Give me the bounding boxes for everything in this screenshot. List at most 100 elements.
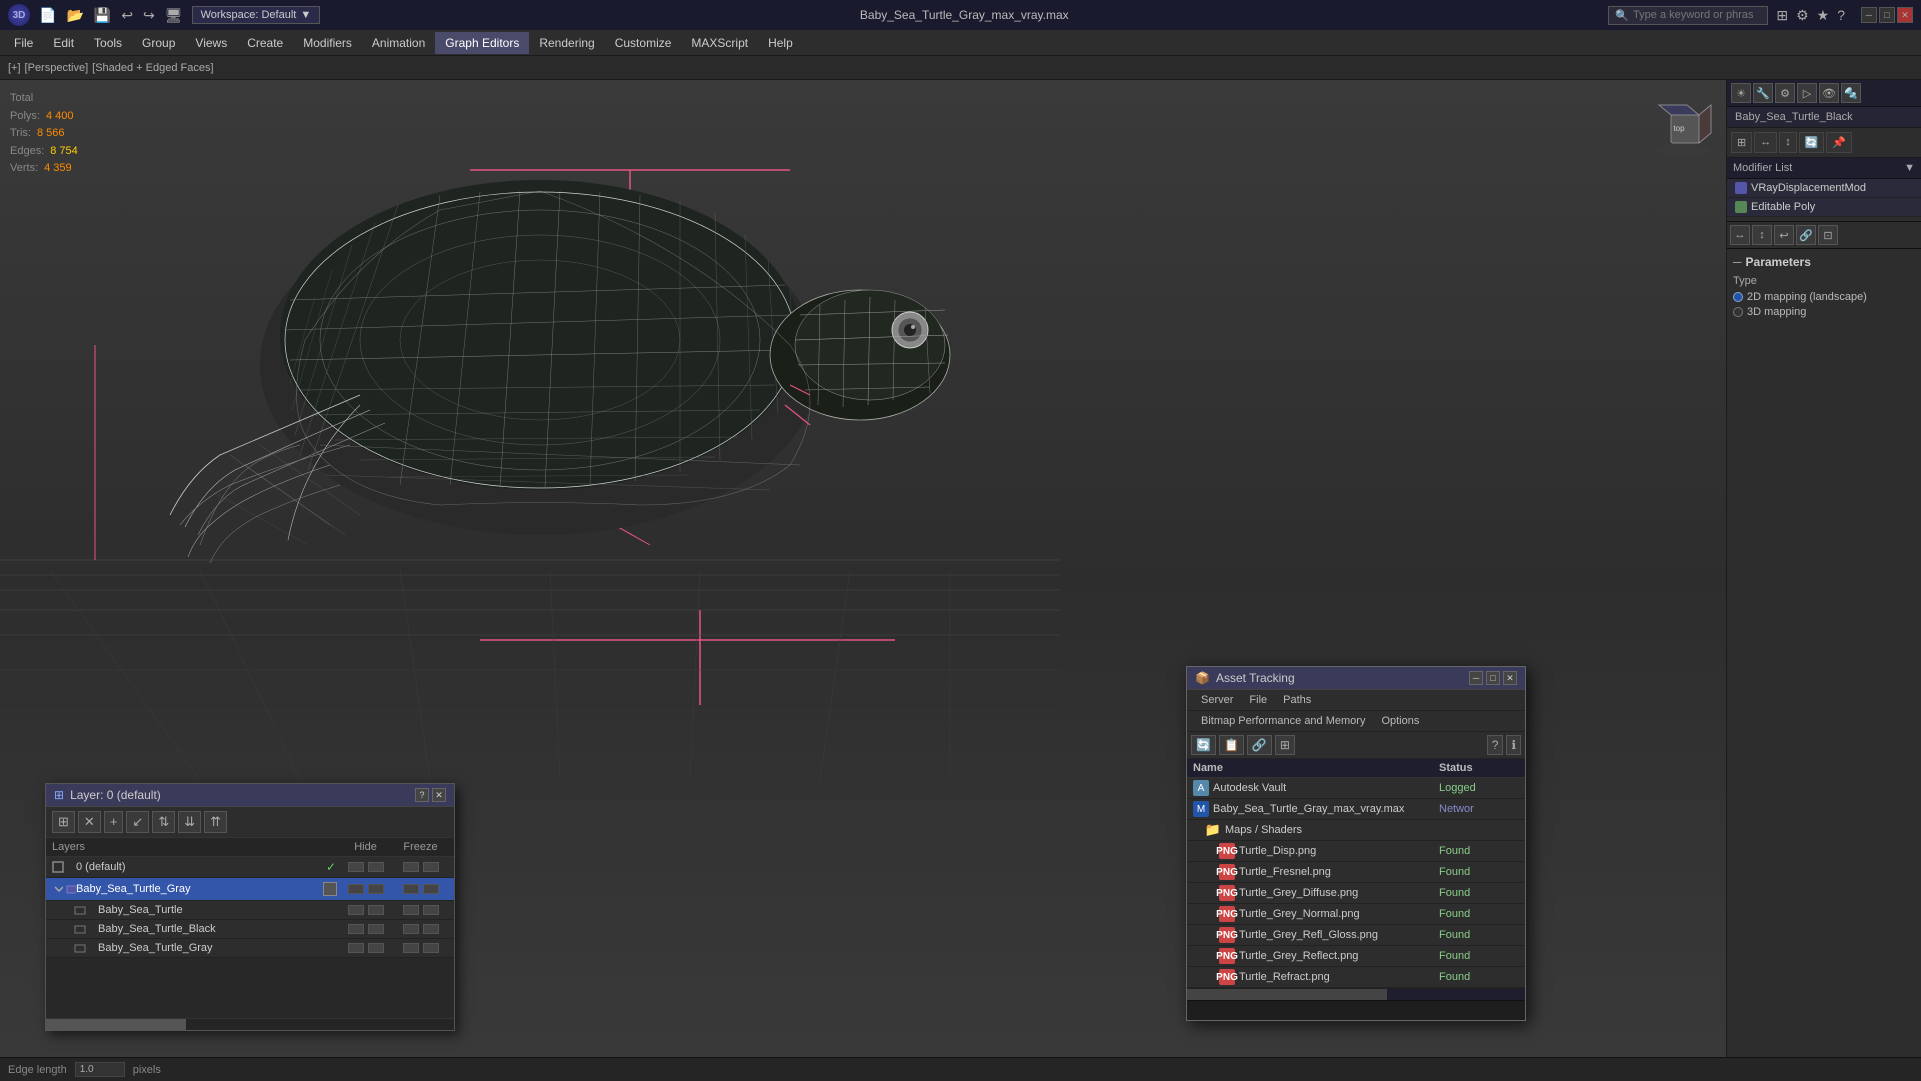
asset-menu-file[interactable]: File	[1241, 692, 1275, 708]
viewport-gizmo[interactable]: top	[1651, 95, 1711, 155]
menu-item-graph-editors[interactable]: Graph Editors	[435, 32, 529, 54]
asset-submenu-options[interactable]: Options	[1373, 713, 1427, 729]
layer-scrollbar-thumb[interactable]	[46, 1019, 186, 1031]
params-collapse-icon[interactable]: ─	[1733, 255, 1742, 269]
rp-bottom-icon-1[interactable]: ↔	[1730, 225, 1750, 245]
freeze-box2[interactable]	[423, 884, 439, 894]
rp-mod-icon-5[interactable]: 📌	[1826, 132, 1852, 153]
asset-submenu-bitmap[interactable]: Bitmap Performance and Memory	[1193, 713, 1373, 729]
rp-bottom-icon-3[interactable]: ↩	[1774, 225, 1794, 245]
asset-restore-button[interactable]: □	[1486, 671, 1500, 685]
edge-length-input[interactable]	[75, 1062, 125, 1077]
rp-bottom-icon-4[interactable]: 🔗	[1796, 225, 1816, 245]
rp-icon-sun[interactable]: ☀	[1731, 83, 1751, 103]
viewport[interactable]: Total Polys: 4 400 Tris: 8 566 Edges: 8 …	[0, 80, 1726, 1081]
new-icon[interactable]: 📄	[36, 5, 59, 26]
settings-icon[interactable]: ⚙	[1794, 5, 1811, 26]
asset-row-reflgloss[interactable]: PNG Turtle_Grey_Refl_Gloss.png Found	[1187, 925, 1525, 946]
freeze-box2[interactable]	[423, 924, 439, 934]
asset-row-maps[interactable]: 📁 Maps / Shaders	[1187, 820, 1525, 841]
layer-help-button[interactable]: ?	[415, 788, 429, 802]
radio-3d[interactable]: 3D mapping	[1733, 306, 1915, 318]
layer-row-4[interactable]: Baby_Sea_Turtle_Gray	[46, 939, 454, 958]
hide-box[interactable]	[348, 924, 364, 934]
hide-box2[interactable]	[368, 905, 384, 915]
freeze-box[interactable]	[403, 884, 419, 894]
asset-tool-4[interactable]: ⊞	[1275, 735, 1295, 755]
help-icon[interactable]: ?	[1835, 5, 1847, 25]
rp-mod-icon-1[interactable]: ⊞	[1731, 132, 1752, 153]
star-icon[interactable]: ★	[1815, 5, 1832, 26]
layer-tool-sort2[interactable]: ⇊	[178, 811, 201, 833]
hide-box2[interactable]	[368, 943, 384, 953]
asset-tool-2[interactable]: 📋	[1219, 735, 1244, 755]
asset-row-reflect[interactable]: PNG Turtle_Grey_Reflect.png Found	[1187, 946, 1525, 967]
modifier-list-dropdown[interactable]: Modifier List ▼	[1727, 158, 1921, 179]
open-icon[interactable]: 📂	[63, 5, 86, 26]
radio-2d[interactable]: 2D mapping (landscape)	[1733, 291, 1915, 303]
menu-item-group[interactable]: Group	[132, 32, 185, 54]
redo-icon[interactable]: ↪	[140, 5, 158, 26]
viewport-perspective[interactable]: [Perspective]	[25, 62, 89, 74]
layer-close-button[interactable]: ✕	[432, 788, 446, 802]
workspace-button[interactable]: Workspace: Default ▼	[192, 6, 321, 24]
rp-icon-display[interactable]: 👁	[1819, 83, 1839, 103]
hide-box[interactable]	[348, 943, 364, 953]
search-box[interactable]: 🔍	[1608, 6, 1768, 25]
hide-box2[interactable]	[368, 862, 384, 872]
layer-tool-delete[interactable]: ✕	[78, 811, 101, 833]
asset-tool-help[interactable]: ?	[1487, 735, 1504, 755]
modifier-vray[interactable]: VRayDisplacementMod	[1727, 179, 1921, 198]
viewport-icon[interactable]: 🖥	[162, 5, 186, 26]
hide-box[interactable]	[348, 862, 364, 872]
apps-icon[interactable]: ⊞	[1774, 5, 1790, 26]
freeze-box[interactable]	[403, 905, 419, 915]
layer-tool-sort1[interactable]: ⇅	[152, 811, 175, 833]
freeze-box2[interactable]	[423, 943, 439, 953]
layer-tool-grid[interactable]: ⊞	[52, 811, 75, 833]
freeze-box[interactable]	[403, 943, 419, 953]
search-input[interactable]	[1633, 9, 1753, 21]
rp-bottom-icon-5[interactable]: ⊡	[1818, 225, 1838, 245]
menu-item-customize[interactable]: Customize	[605, 32, 682, 54]
asset-row-disp[interactable]: PNG Turtle_Disp.png Found	[1187, 841, 1525, 862]
minimize-button[interactable]: ─	[1861, 7, 1877, 23]
layer-tool-add[interactable]: +	[104, 811, 124, 833]
layer-tool-select[interactable]: ↙	[126, 811, 149, 833]
asset-row-normal[interactable]: PNG Turtle_Grey_Normal.png Found	[1187, 904, 1525, 925]
rp-icon-modify[interactable]: 🔧	[1753, 83, 1773, 103]
rp-mod-icon-4[interactable]: 🔄	[1799, 132, 1825, 153]
freeze-box2[interactable]	[423, 862, 439, 872]
viewport-shading[interactable]: [Shaded + Edged Faces]	[92, 62, 213, 74]
menu-item-file[interactable]: File	[4, 32, 43, 54]
undo-icon[interactable]: ↩	[118, 5, 136, 26]
rp-icon-motion[interactable]: ▷	[1797, 83, 1817, 103]
rp-icon-hierarchy[interactable]: ⚙	[1775, 83, 1795, 103]
menu-item-maxscript[interactable]: MAXScript	[681, 32, 758, 54]
layer-row-1-color[interactable]	[323, 882, 337, 896]
modifier-editable-poly[interactable]: Editable Poly	[1727, 198, 1921, 217]
menu-item-views[interactable]: Views	[185, 32, 237, 54]
viewport-plus[interactable]: [+]	[8, 62, 21, 74]
rp-bottom-icon-2[interactable]: ↕	[1752, 225, 1772, 245]
asset-row-refract[interactable]: PNG Turtle_Refract.png Found	[1187, 967, 1525, 988]
layer-scrollbar[interactable]	[46, 1018, 454, 1030]
menu-item-rendering[interactable]: Rendering	[529, 32, 604, 54]
menu-item-edit[interactable]: Edit	[43, 32, 84, 54]
hide-box[interactable]	[348, 905, 364, 915]
hide-box2[interactable]	[368, 884, 384, 894]
hide-box2[interactable]	[368, 924, 384, 934]
close-button[interactable]: ✕	[1897, 7, 1913, 23]
freeze-box[interactable]	[403, 862, 419, 872]
asset-row-fresnel[interactable]: PNG Turtle_Fresnel.png Found	[1187, 862, 1525, 883]
menu-item-tools[interactable]: Tools	[84, 32, 132, 54]
maximize-button[interactable]: □	[1879, 7, 1895, 23]
asset-menu-server[interactable]: Server	[1193, 692, 1241, 708]
freeze-box[interactable]	[403, 924, 419, 934]
asset-tool-3[interactable]: 🔗	[1247, 735, 1272, 755]
rp-mod-icon-3[interactable]: ↕	[1779, 132, 1797, 153]
layer-row-0[interactable]: 0 (default) ✓	[46, 857, 454, 878]
asset-row-diffuse[interactable]: PNG Turtle_Grey_Diffuse.png Found	[1187, 883, 1525, 904]
hide-box[interactable]	[348, 884, 364, 894]
asset-close-button[interactable]: ✕	[1503, 671, 1517, 685]
